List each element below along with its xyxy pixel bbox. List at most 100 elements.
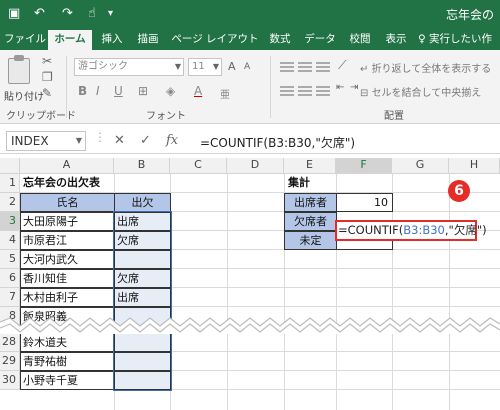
- redo-icon[interactable]: ↷: [62, 6, 73, 21]
- borders-icon[interactable]: ⊞: [138, 84, 148, 98]
- column-header-f[interactable]: F: [336, 158, 392, 174]
- header-attend-cell[interactable]: 出欠: [114, 193, 171, 212]
- format-painter-icon[interactable]: ✎: [42, 86, 52, 100]
- group-divider: [66, 56, 67, 118]
- name-cell[interactable]: 大河内武久: [20, 250, 115, 269]
- tab-home[interactable]: ホーム: [48, 28, 92, 50]
- row-header-3[interactable]: 3: [0, 212, 20, 231]
- formula-edit-cell[interactable]: =COUNTIF(B3:B30,"欠席"): [335, 220, 487, 241]
- cut-icon[interactable]: ✂: [42, 54, 52, 68]
- save-icon[interactable]: ▣: [8, 6, 20, 21]
- bold-icon[interactable]: B: [78, 84, 87, 98]
- font-size-combo[interactable]: 11 ▼: [188, 58, 222, 76]
- column-header-d[interactable]: D: [227, 158, 284, 174]
- attend-cell[interactable]: 出席: [114, 288, 171, 307]
- name-cell[interactable]: 青野祐樹: [20, 352, 115, 371]
- title-bar: ▣ ↶ ↷ ☝ ▾ 忘年会の: [0, 0, 500, 28]
- copy-icon[interactable]: ❐: [42, 70, 53, 84]
- column-header-a[interactable]: A: [20, 158, 114, 174]
- attend-cell[interactable]: 欠席: [114, 269, 171, 288]
- column-header-c[interactable]: C: [170, 158, 227, 174]
- align-top-icon[interactable]: [280, 62, 294, 72]
- paste-button-label[interactable]: 貼り付け: [4, 88, 44, 103]
- align-middle-icon[interactable]: [298, 62, 312, 72]
- paste-icon[interactable]: [8, 55, 30, 84]
- tab-page-layout[interactable]: ページ レイアウト: [170, 28, 260, 50]
- font-name-combo[interactable]: 游ゴシック ▼: [74, 58, 184, 76]
- name-cell[interactable]: 香川知佳: [20, 269, 115, 288]
- name-cell[interactable]: 大田原陽子: [20, 212, 115, 231]
- column-header-b[interactable]: B: [114, 158, 170, 174]
- column-header-e[interactable]: E: [284, 158, 336, 174]
- undo-icon[interactable]: ↶: [34, 6, 45, 21]
- align-center-icon[interactable]: [298, 86, 312, 96]
- formula-input[interactable]: =COUNTIF(B3:B30,"欠席"): [200, 134, 355, 151]
- header-name-cell[interactable]: 氏名: [20, 193, 115, 212]
- cancel-icon[interactable]: ✕: [114, 133, 125, 148]
- enter-icon[interactable]: ✓: [140, 133, 151, 148]
- row-header-28[interactable]: 28: [0, 333, 20, 352]
- summary-title[interactable]: 集計: [286, 174, 310, 193]
- attend-cell[interactable]: [114, 250, 171, 269]
- name-cell[interactable]: 市原君江: [20, 231, 115, 250]
- tab-draw[interactable]: 描画: [132, 28, 164, 50]
- name-cell[interactable]: 小野寺千夏: [20, 371, 115, 390]
- column-header-g[interactable]: G: [392, 158, 449, 174]
- increase-font-icon[interactable]: A: [228, 60, 236, 73]
- decrease-indent-icon[interactable]: ⇤: [336, 82, 344, 93]
- chevron-down-icon: ▼: [174, 62, 181, 71]
- row-break-wave: [0, 317, 500, 334]
- sheet-title[interactable]: 忘年会の出欠表: [21, 174, 100, 193]
- attend-cell[interactable]: 出席: [114, 212, 171, 231]
- orientation-icon[interactable]: ⟋: [338, 58, 346, 73]
- column-header-h[interactable]: H: [449, 158, 500, 174]
- summary-label-undecided[interactable]: 未定: [284, 231, 337, 250]
- touch-mode-icon[interactable]: ☝: [88, 6, 96, 21]
- insert-function-icon[interactable]: fx: [166, 133, 178, 148]
- attend-cell[interactable]: [114, 352, 171, 371]
- row-header-4[interactable]: 4: [0, 231, 20, 250]
- merge-center-button[interactable]: ⊟ セルを結合して中央揃え: [360, 84, 481, 99]
- formula-range-ref: B3:B30: [403, 223, 445, 237]
- name-cell[interactable]: 鈴木道夫: [20, 333, 115, 352]
- font-size-value: 11: [192, 61, 205, 72]
- attend-cell[interactable]: [114, 371, 171, 390]
- align-bottom-icon[interactable]: [316, 62, 330, 72]
- font-color-icon[interactable]: A: [194, 84, 202, 98]
- row-header-30[interactable]: 30: [0, 371, 20, 390]
- tab-data[interactable]: データ: [300, 28, 340, 50]
- row-header-7[interactable]: 7: [0, 288, 20, 307]
- wrap-text-button[interactable]: ↵ 折り返して全体を表示する: [360, 60, 491, 75]
- align-right-icon[interactable]: [316, 86, 330, 96]
- phonetic-icon[interactable]: 亜: [220, 86, 230, 101]
- select-all-corner[interactable]: [0, 158, 20, 174]
- ribbon-tabs: ファイル ホーム 挿入 描画 ページ レイアウト 数式 データ 校閲 表示 ♀ …: [0, 28, 500, 50]
- underline-icon[interactable]: U: [114, 84, 123, 98]
- summary-label-attend[interactable]: 出席者: [284, 193, 337, 212]
- row-header-6[interactable]: 6: [0, 269, 20, 288]
- chevron-down-icon: ▼: [212, 62, 219, 71]
- tab-review[interactable]: 校閲: [344, 28, 376, 50]
- increase-indent-icon[interactable]: ⇥: [350, 82, 358, 93]
- customize-qat-icon[interactable]: ▾: [108, 8, 113, 19]
- row-header-29[interactable]: 29: [0, 352, 20, 371]
- tab-formulas[interactable]: 数式: [264, 28, 296, 50]
- summary-label-absent[interactable]: 欠席者: [284, 212, 337, 231]
- tab-file[interactable]: ファイル: [4, 28, 46, 50]
- name-box[interactable]: INDEX ▼: [6, 131, 86, 151]
- row-header-1[interactable]: 1: [0, 174, 20, 193]
- attend-cell[interactable]: [114, 333, 171, 352]
- row-header-5[interactable]: 5: [0, 250, 20, 269]
- row-header-2[interactable]: 2: [0, 193, 20, 212]
- step-number: 6: [454, 183, 464, 199]
- tab-view[interactable]: 表示: [380, 28, 412, 50]
- tab-insert[interactable]: 挿入: [96, 28, 128, 50]
- italic-icon[interactable]: I: [96, 84, 100, 98]
- tell-me-box[interactable]: ♀ 実行したい作: [418, 28, 498, 50]
- align-left-icon[interactable]: [280, 86, 294, 96]
- fill-color-icon[interactable]: ◈: [166, 84, 175, 98]
- decrease-font-icon[interactable]: A: [244, 62, 250, 72]
- name-cell[interactable]: 木村由利子: [20, 288, 115, 307]
- attend-cell[interactable]: 欠席: [114, 231, 171, 250]
- attendee-count-cell[interactable]: 10: [336, 193, 393, 212]
